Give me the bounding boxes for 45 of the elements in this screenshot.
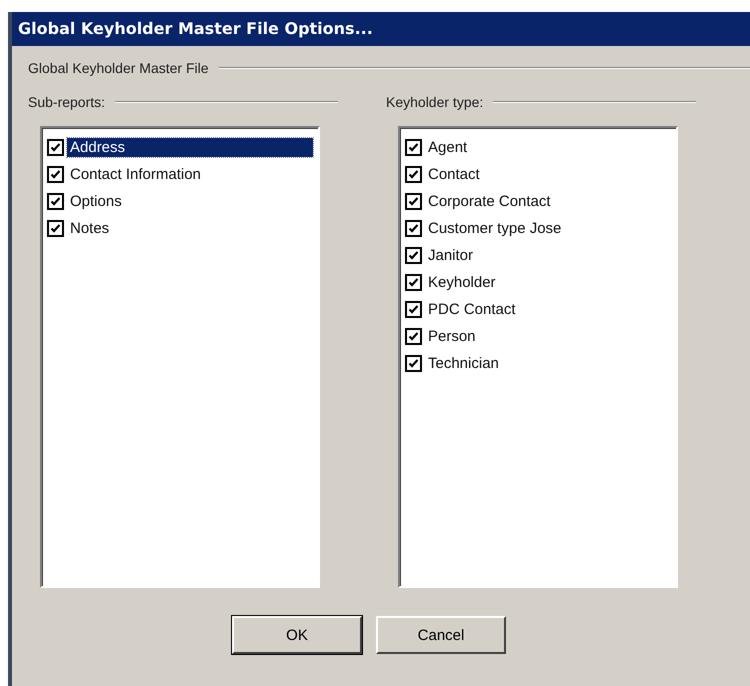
list-item[interactable]: Technician [425,354,502,373]
checkbox[interactable] [405,328,422,345]
list-item[interactable]: Corporate Contact [425,192,554,211]
list-label: Sub-reports: [28,94,106,110]
list-item[interactable]: Contact [425,165,483,184]
checkmark-icon [408,277,419,288]
group-label: Global Keyholder Master File [28,60,209,76]
checkmark-icon [50,169,61,180]
checkmark-icon [408,331,419,342]
list-item[interactable]: Contact Information [67,165,204,184]
list-item[interactable]: PDC Contact [425,300,519,319]
checkbox[interactable] [405,220,422,237]
list-label: Keyholder type: [386,94,484,110]
checkmark-icon [50,223,61,234]
list-item[interactable]: Janitor [425,246,476,265]
checkbox[interactable] [405,247,422,264]
list-item[interactable]: Agent [425,138,470,157]
list-item[interactable]: Keyholder [425,273,499,292]
list-item[interactable]: Customer type Jose [425,219,564,238]
checkmark-icon [50,142,61,153]
checkmark-icon [408,142,419,153]
checkmark-icon [408,358,419,369]
checkbox[interactable] [405,355,422,372]
window-title: Global Keyholder Master File Options... [12,12,750,46]
checkbox[interactable] [405,166,422,183]
list-item[interactable]: Options [67,192,125,211]
cancel-button[interactable]: Cancel [376,616,506,654]
list-item[interactable]: Notes [67,219,112,238]
list-item[interactable]: Person [425,327,479,346]
list-item[interactable]: Address [67,138,313,157]
checkbox[interactable] [405,274,422,291]
checkmark-icon [408,250,419,261]
checkbox[interactable] [47,193,64,210]
checkmark-icon [408,223,419,234]
checkbox[interactable] [405,139,422,156]
checkmark-icon [408,169,419,180]
checkmark-icon [408,196,419,207]
checkmark-icon [50,196,61,207]
checkbox[interactable] [47,139,64,156]
checkbox[interactable] [47,220,64,237]
checkbox[interactable] [405,193,422,210]
ok-button[interactable]: OK [232,616,362,654]
checkbox[interactable] [405,301,422,318]
checkbox[interactable] [47,166,64,183]
checkmark-icon [408,304,419,315]
